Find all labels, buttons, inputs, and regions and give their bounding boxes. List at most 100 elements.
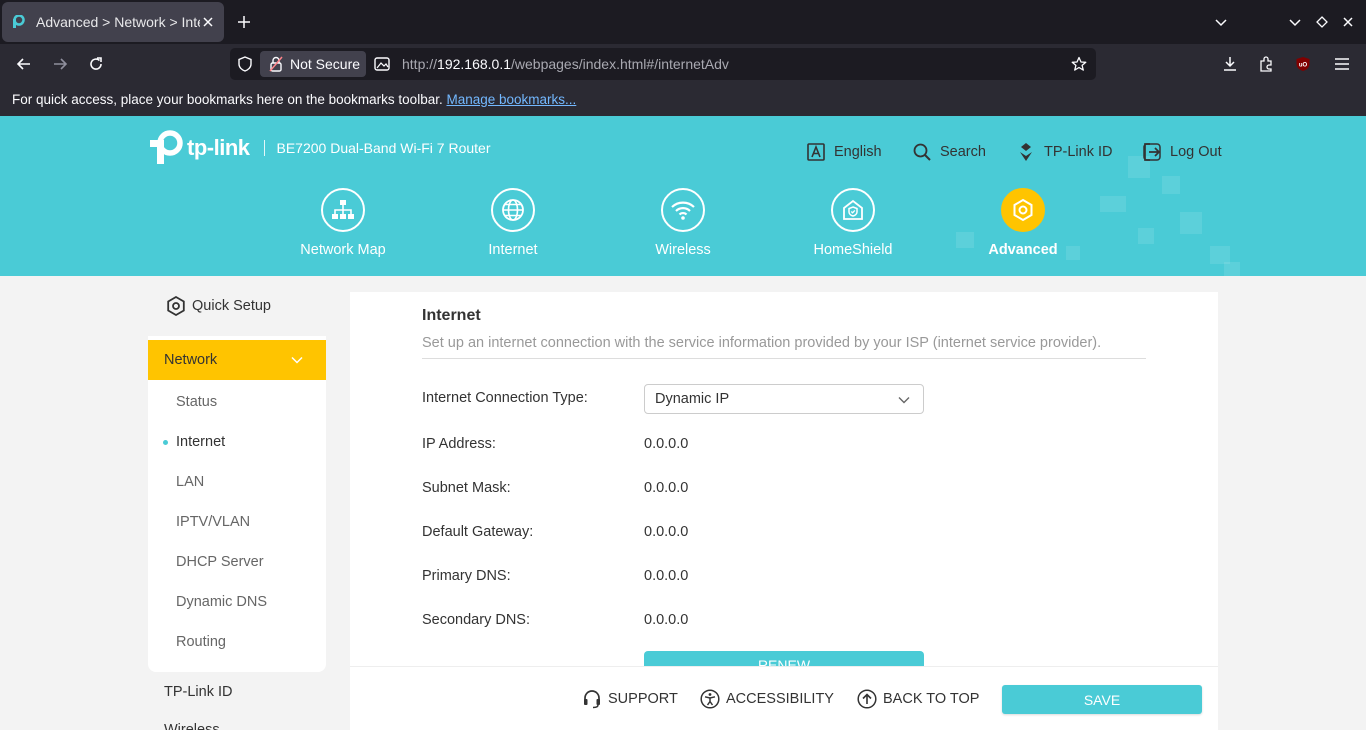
tplink-logo[interactable]: tp-link BE7200 Dual-Band Wi-Fi 7 Router [148, 130, 491, 166]
logo-divider [263, 140, 265, 156]
tplink-id-icon [1016, 142, 1036, 162]
ip-address-value: 0.0.0.0 [644, 436, 689, 452]
nav-wireless-label: Wireless [655, 242, 711, 258]
connection-type-label: Internet Connection Type: [422, 390, 588, 406]
renew-button[interactable]: RENEW [644, 651, 924, 666]
header-decoration [1100, 196, 1126, 212]
tplink-id-label: TP-Link ID [1044, 144, 1113, 160]
brand-name: tp-link [187, 135, 250, 160]
accessibility-link[interactable]: ACCESSIBILITY [700, 689, 834, 709]
search-icon [912, 142, 932, 162]
nav-homeshield[interactable]: HomeShield [778, 188, 928, 258]
new-tab-icon[interactable] [234, 12, 254, 32]
reload-icon[interactable] [86, 54, 106, 74]
sidebar-item-tplink-id[interactable]: TP-Link ID [164, 684, 233, 700]
save-button[interactable]: SAVE [1002, 685, 1202, 714]
chevron-down-icon[interactable] [1285, 12, 1305, 32]
network-label: Network [164, 352, 218, 368]
header-decoration [1224, 262, 1240, 276]
back-to-top-link[interactable]: BACK TO TOP [857, 689, 979, 709]
secondary-dns-value: 0.0.0.0 [644, 612, 689, 628]
homeshield-icon [831, 188, 875, 232]
globe-icon [491, 188, 535, 232]
subnet-mask-label: Subnet Mask: [422, 480, 511, 496]
sidebar-item-internet[interactable]: Internet [176, 434, 225, 450]
nav-network-map-label: Network Map [300, 242, 386, 258]
sidebar-item-routing[interactable]: Routing [176, 634, 226, 650]
url-text[interactable]: http://192.168.0.1/webpages/index.html#/… [402, 56, 729, 72]
connection-type-select[interactable]: Dynamic IP [644, 384, 924, 414]
minimize-diamond-icon[interactable] [1312, 12, 1332, 32]
language-label: English [834, 144, 882, 160]
sidebar: Quick Setup Network Status Internet LAN … [148, 276, 326, 672]
nav-internet-label: Internet [488, 242, 538, 258]
arrow-up-circle-icon [857, 689, 877, 709]
default-gateway-value: 0.0.0.0 [644, 524, 689, 540]
section-divider [422, 358, 1146, 359]
sidebar-item-dhcp-server[interactable]: DHCP Server [176, 554, 264, 570]
manage-bookmarks-link[interactable]: Manage bookmarks... [446, 92, 576, 107]
sidebar-item-status[interactable]: Status [176, 394, 217, 410]
bookmarks-toolbar: For quick access, place your bookmarks h… [0, 84, 1366, 116]
nav-homeshield-label: HomeShield [813, 242, 893, 258]
accessibility-label: ACCESSIBILITY [726, 691, 834, 707]
default-gateway-label: Default Gateway: [422, 524, 534, 540]
close-window-icon[interactable] [1338, 12, 1358, 32]
wifi-icon [661, 188, 705, 232]
language-selector[interactable]: English [806, 142, 882, 162]
close-tab-icon[interactable] [200, 14, 216, 30]
sidebar-item-dynamic-dns[interactable]: Dynamic DNS [176, 594, 267, 610]
header-decoration [1180, 212, 1202, 234]
tplink-logo-icon [150, 130, 183, 164]
downloads-icon[interactable] [1220, 54, 1240, 74]
footer-bar: SUPPORT ACCESSIBILITY BACK TO TOP SAVE [350, 666, 1218, 730]
tplink-id-link[interactable]: TP-Link ID [1016, 142, 1113, 162]
sidebar-item-wireless[interactable]: Wireless [164, 722, 220, 730]
sidebar-item-network[interactable]: Network [148, 340, 326, 380]
tplink-favicon-icon [10, 14, 26, 30]
hamburger-menu-icon[interactable] [1332, 54, 1352, 74]
bookmarks-hint-text: For quick access, place your bookmarks h… [12, 92, 443, 107]
tracking-shield-icon[interactable] [236, 55, 254, 73]
not-secure-badge[interactable]: Not Secure [260, 51, 366, 77]
list-all-tabs-icon[interactable] [1211, 12, 1231, 32]
forward-arrow-icon[interactable] [50, 54, 70, 74]
back-arrow-icon[interactable] [14, 54, 34, 74]
secondary-dns-label: Secondary DNS: [422, 612, 530, 628]
nav-wireless[interactable]: Wireless [608, 188, 758, 258]
insecure-lock-icon [268, 56, 284, 72]
svg-text:uO: uO [1299, 63, 1308, 69]
sidebar-item-iptv-vlan[interactable]: IPTV/VLAN [176, 514, 250, 530]
search-link[interactable]: Search [912, 142, 986, 162]
active-indicator-dot [163, 440, 168, 445]
browser-nav-bar: Not Secure http://192.168.0.1/webpages/i… [0, 44, 1366, 84]
nav-advanced-label: Advanced [988, 242, 1058, 258]
nav-internet[interactable]: Internet [438, 188, 588, 258]
logout-label: Log Out [1170, 144, 1222, 160]
quick-setup-label: Quick Setup [192, 298, 271, 314]
tab-title: Advanced > Network > Internet [36, 14, 200, 30]
primary-dns-value: 0.0.0.0 [644, 568, 689, 584]
logout-link[interactable]: Log Out [1142, 142, 1222, 162]
connection-type-value: Dynamic IP [655, 391, 730, 407]
gear-icon [1001, 188, 1045, 232]
browser-tab-bar: Advanced > Network > Internet [0, 0, 1366, 44]
browser-tab[interactable]: Advanced > Network > Internet [2, 2, 224, 42]
ublock-origin-icon[interactable]: uO [1293, 54, 1313, 74]
section-description: Set up an internet connection with the s… [422, 335, 1102, 351]
sidebar-item-quick-setup[interactable]: Quick Setup [148, 276, 326, 336]
bookmark-star-icon[interactable] [1070, 55, 1088, 73]
nav-advanced[interactable]: Advanced [948, 188, 1098, 258]
header-decoration [1138, 228, 1154, 244]
network-map-icon [321, 188, 365, 232]
router-header: tp-link BE7200 Dual-Band Wi-Fi 7 Router … [0, 116, 1366, 276]
subnet-mask-value: 0.0.0.0 [644, 480, 689, 496]
nav-network-map[interactable]: Network Map [268, 188, 418, 258]
headset-icon [582, 689, 602, 709]
page-permissions-icon[interactable] [374, 56, 390, 72]
support-link[interactable]: SUPPORT [582, 689, 678, 709]
sidebar-item-lan[interactable]: LAN [176, 474, 204, 490]
url-bar[interactable]: Not Secure http://192.168.0.1/webpages/i… [230, 48, 1096, 80]
quick-setup-gear-icon [166, 296, 186, 316]
extensions-icon[interactable] [1256, 54, 1276, 74]
